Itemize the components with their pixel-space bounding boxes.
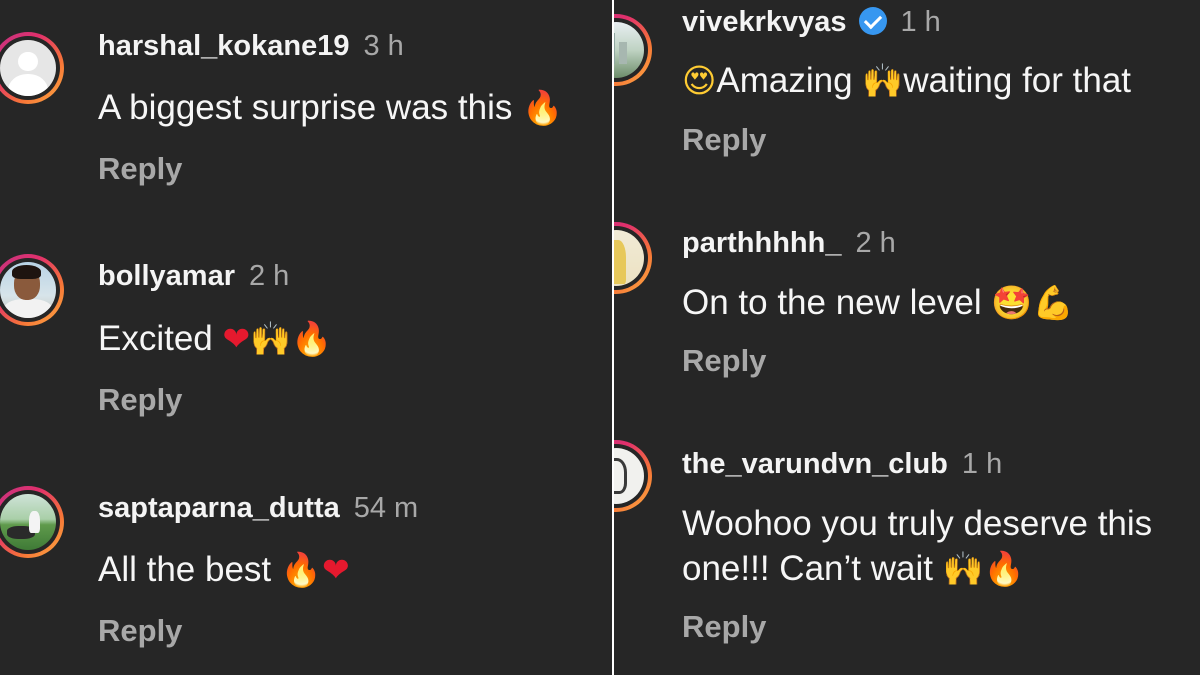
username-link[interactable]: harshal_kokane19: [98, 30, 349, 62]
comment-body: A biggest surprise was this: [98, 88, 513, 127]
comment-username-row: bollyamar 2 h: [98, 260, 289, 293]
comment-username-row: harshal_kokane19 3 h: [98, 30, 404, 63]
username-link[interactable]: saptaparna_dutta: [98, 492, 340, 524]
avatar[interactable]: [0, 32, 64, 104]
comment-timestamp: 1 h: [961, 448, 1003, 480]
reply-button[interactable]: Reply: [682, 343, 766, 379]
comment-timestamp: 3 h: [363, 30, 404, 62]
avatar[interactable]: [0, 486, 64, 558]
fire-emoji-icon: 🔥: [983, 549, 1025, 588]
comment-text: All the best 🔥❤: [98, 547, 350, 593]
comment-username-row: the_varundvn_club 1 h: [682, 448, 1002, 481]
comment-text-line-1: Woohoo you truly deserve this: [682, 504, 1153, 543]
username-link[interactable]: bollyamar: [98, 260, 235, 292]
fire-emoji-icon: 🔥: [280, 550, 322, 589]
profile-photo: [614, 230, 644, 286]
username-link[interactable]: vivekrkvyas: [682, 6, 847, 38]
comment-text-line-2: one!!! Can’t wait 🙌🔥: [682, 546, 1025, 592]
comment-text: On to the new level 🤩💪: [682, 280, 1074, 326]
raised-hands-emoji-icon: 🙌: [250, 319, 292, 358]
profile-photo: [0, 262, 56, 318]
comment-body: All the best: [98, 550, 272, 589]
avatar[interactable]: [614, 14, 652, 86]
comment-text: A biggest surprise was this 🔥: [98, 85, 563, 131]
comment-body: On to the new level: [682, 283, 982, 322]
reply-button[interactable]: Reply: [98, 151, 182, 187]
heart-eyes-emoji-icon: 😍: [682, 61, 717, 100]
profile-photo: [614, 448, 644, 504]
reply-button[interactable]: Reply: [682, 609, 766, 645]
comment-username-row: saptaparna_dutta 54 m: [98, 492, 418, 525]
comment-body: Amazing: [716, 61, 853, 100]
flexed-biceps-emoji-icon: 💪: [1032, 283, 1074, 322]
avatar[interactable]: [614, 440, 652, 512]
comment-username-row: parthhhhh_ 2 h: [682, 227, 896, 260]
right-comments-panel: vivekrkvyas 1 h 😍Amazing 🙌waiting for tha…: [614, 0, 1200, 675]
comment-timestamp: 1 h: [900, 6, 941, 38]
heart-emoji-icon: ❤: [321, 550, 350, 589]
username-link[interactable]: the_varundvn_club: [682, 448, 948, 480]
verified-badge-icon: [858, 7, 887, 35]
comment-body-continued: waiting for that: [903, 61, 1132, 100]
star-struck-emoji-icon: 🤩: [991, 283, 1033, 322]
comment-text: Excited ❤🙌🔥: [98, 316, 332, 362]
raised-hands-emoji-icon: 🙌: [862, 61, 904, 100]
avatar[interactable]: [614, 222, 652, 294]
comment-timestamp: 2 h: [855, 227, 896, 259]
comment-body: Excited: [98, 319, 213, 358]
username-link[interactable]: parthhhhh_: [682, 227, 842, 259]
profile-photo: [0, 494, 56, 550]
comment-timestamp: 2 h: [249, 260, 290, 292]
heart-emoji-icon: ❤: [222, 319, 251, 358]
avatar[interactable]: [0, 254, 64, 326]
profile-photo: [614, 22, 644, 78]
comment-body: one!!! Can’t wait: [682, 549, 933, 588]
left-comments-panel: harshal_kokane19 3 h A biggest surprise w…: [0, 0, 612, 675]
reply-button[interactable]: Reply: [98, 382, 182, 418]
reply-button[interactable]: Reply: [682, 122, 766, 158]
default-profile-icon: [0, 40, 56, 96]
comment-username-row: vivekrkvyas 1 h: [682, 6, 941, 39]
fire-emoji-icon: 🔥: [291, 319, 333, 358]
fire-emoji-icon: 🔥: [522, 88, 564, 127]
raised-hands-emoji-icon: 🙌: [942, 549, 984, 588]
comment-timestamp: 54 m: [353, 492, 419, 524]
comment-text: 😍Amazing 🙌waiting for that: [682, 58, 1131, 104]
reply-button[interactable]: Reply: [98, 613, 182, 649]
